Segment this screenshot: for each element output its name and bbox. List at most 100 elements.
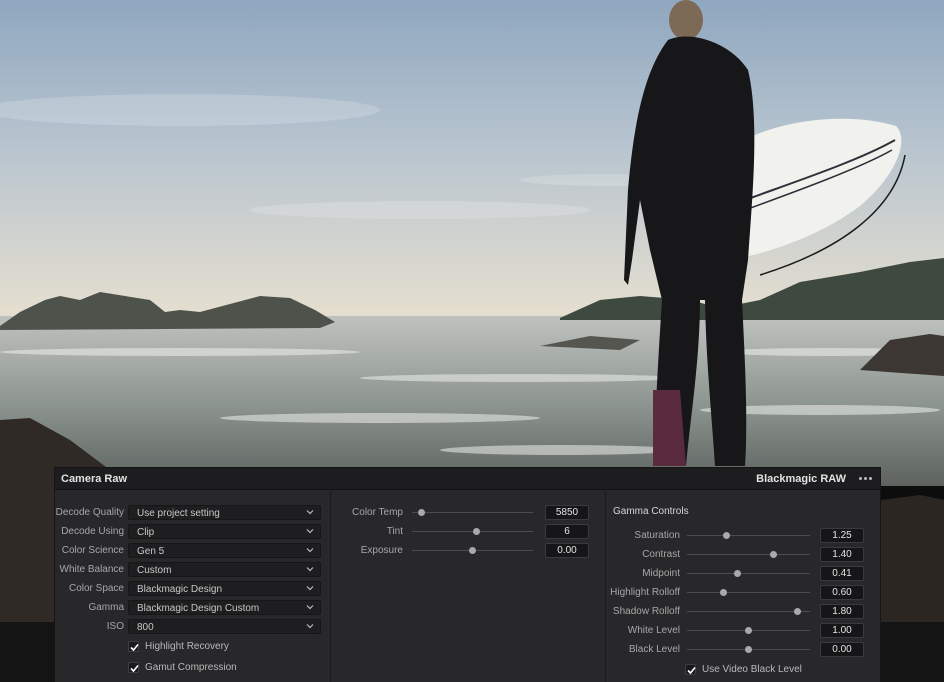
white-balance-value: Custom [137, 565, 172, 576]
iso-dropdown[interactable]: 800 [128, 619, 321, 634]
shadow-rolloff-slider[interactable] [687, 608, 810, 615]
contrast-input[interactable]: 1.40 [820, 547, 864, 562]
black-level-label: Black Level [628, 644, 680, 655]
gamma-dropdown[interactable]: Blackmagic Design Custom [128, 600, 321, 615]
color-temp-label: Color Temp [352, 507, 403, 518]
gamma-controls-column: Gamma Controls Saturation 1.25 Contrast … [605, 491, 881, 682]
color-temp-input[interactable]: 5850 [545, 505, 589, 520]
midpoint-row: Midpoint 0.41 [606, 566, 881, 581]
checkmark-icon [130, 643, 139, 652]
use-video-black-level-label: Use Video Black Level [702, 664, 802, 675]
checkbox-box[interactable] [128, 641, 139, 652]
saturation-label: Saturation [634, 530, 680, 541]
chevron-down-icon [306, 529, 314, 534]
midpoint-input[interactable]: 0.41 [820, 566, 864, 581]
highlight-recovery-label: Highlight Recovery [145, 641, 229, 652]
checkbox-box[interactable] [128, 662, 139, 673]
chevron-down-icon [306, 586, 314, 591]
white-level-label: White Level [627, 625, 680, 636]
chevron-down-icon [306, 510, 314, 515]
saturation-slider[interactable] [687, 532, 810, 539]
white-level-slider[interactable] [687, 627, 810, 634]
highlight-recovery-checkbox[interactable]: Highlight Recovery [128, 640, 308, 654]
shadow-rolloff-label: Shadow Rolloff [612, 606, 680, 617]
gamma-row: Gamma Blackmagic Design Custom [55, 600, 329, 615]
iso-value: 800 [137, 622, 154, 633]
color-science-row: Color Science Gen 5 [55, 543, 329, 558]
gamma-value: Blackmagic Design Custom [137, 603, 260, 614]
exposure-label: Exposure [360, 545, 403, 556]
chevron-down-icon [306, 605, 314, 610]
black-level-row: Black Level 0.00 [606, 642, 881, 657]
saturation-slider-handle[interactable] [722, 532, 730, 539]
panel-title: Camera Raw [61, 473, 128, 485]
tint-label: Tint [386, 526, 403, 537]
contrast-row: Contrast 1.40 [606, 547, 881, 562]
tint-slider-handle[interactable] [472, 528, 480, 535]
black-level-slider[interactable] [687, 646, 810, 653]
checkbox-box[interactable] [685, 664, 696, 675]
highlight-rolloff-slider[interactable] [687, 589, 810, 596]
color-temp-slider-handle[interactable] [418, 509, 426, 516]
black-level-slider-handle[interactable] [745, 646, 752, 653]
highlight-rolloff-slider-handle[interactable] [720, 589, 728, 596]
white-level-row: White Level 1.00 [606, 623, 881, 638]
image-controls-column: Color Temp 5850 Tint 6 Exposure 0.00 [330, 491, 605, 682]
color-space-dropdown[interactable]: Blackmagic Design [128, 581, 321, 596]
color-space-value: Blackmagic Design [137, 584, 223, 595]
iso-label: ISO [106, 621, 124, 632]
shadow-rolloff-input[interactable]: 1.80 [820, 604, 864, 619]
color-temp-row: Color Temp 5850 [331, 505, 605, 520]
contrast-slider[interactable] [687, 551, 810, 558]
panel-brand-label: Blackmagic RAW [756, 473, 846, 485]
gamma-label: Gamma [88, 602, 124, 613]
shadow-rolloff-slider-handle[interactable] [794, 608, 802, 615]
highlight-rolloff-label: Highlight Rolloff [610, 587, 680, 598]
more-horizontal-icon[interactable] [858, 471, 874, 485]
decode-using-dropdown[interactable]: Clip [128, 524, 321, 539]
chevron-down-icon [306, 548, 314, 553]
black-level-input[interactable]: 0.00 [820, 642, 864, 657]
decode-quality-row: Decode Quality Use project setting [55, 505, 329, 520]
tint-slider[interactable] [412, 528, 533, 535]
saturation-row: Saturation 1.25 [606, 528, 881, 543]
decode-using-label: Decode Using [61, 526, 124, 537]
exposure-slider[interactable] [412, 547, 533, 554]
shadow-rolloff-row: Shadow Rolloff 1.80 [606, 604, 881, 619]
highlight-rolloff-row: Highlight Rolloff 0.60 [606, 585, 881, 600]
color-space-row: Color Space Blackmagic Design [55, 581, 329, 596]
color-temp-slider[interactable] [412, 509, 533, 516]
color-science-dropdown[interactable]: Gen 5 [128, 543, 321, 558]
white-level-slider-handle[interactable] [745, 627, 752, 634]
checkmark-icon [130, 664, 139, 673]
white-balance-label: White Balance [59, 564, 124, 575]
decode-using-row: Decode Using Clip [55, 524, 329, 539]
exposure-input[interactable]: 0.00 [545, 543, 589, 558]
highlight-rolloff-input[interactable]: 0.60 [820, 585, 864, 600]
midpoint-slider-handle[interactable] [733, 570, 741, 577]
contrast-slider-handle[interactable] [769, 551, 777, 558]
decode-using-value: Clip [137, 527, 155, 538]
camera-raw-panel: Camera Raw Blackmagic RAW Decode Quality… [54, 467, 881, 682]
color-science-value: Gen 5 [137, 546, 165, 557]
exposure-slider-handle[interactable] [469, 547, 476, 554]
use-video-black-level-checkbox[interactable]: Use Video Black Level [685, 663, 865, 677]
white-balance-dropdown[interactable]: Custom [128, 562, 321, 577]
white-balance-row: White Balance Custom [55, 562, 329, 577]
checkmark-icon [687, 666, 696, 675]
tint-input[interactable]: 6 [545, 524, 589, 539]
gamut-compression-checkbox[interactable]: Gamut Compression [128, 661, 308, 675]
chevron-down-icon [306, 567, 314, 572]
midpoint-slider[interactable] [687, 570, 810, 577]
saturation-input[interactable]: 1.25 [820, 528, 864, 543]
color-space-label: Color Space [68, 583, 124, 594]
decode-quality-dropdown[interactable]: Use project setting [128, 505, 321, 520]
color-science-label: Color Science [61, 545, 124, 556]
decode-quality-value: Use project setting [137, 508, 220, 519]
iso-row: ISO 800 [55, 619, 329, 634]
decode-quality-label: Decode Quality [55, 507, 124, 518]
decode-settings-column: Decode Quality Use project setting Decod… [55, 491, 329, 682]
white-level-input[interactable]: 1.00 [820, 623, 864, 638]
exposure-row: Exposure 0.00 [331, 543, 605, 558]
gamut-compression-label: Gamut Compression [145, 662, 237, 673]
